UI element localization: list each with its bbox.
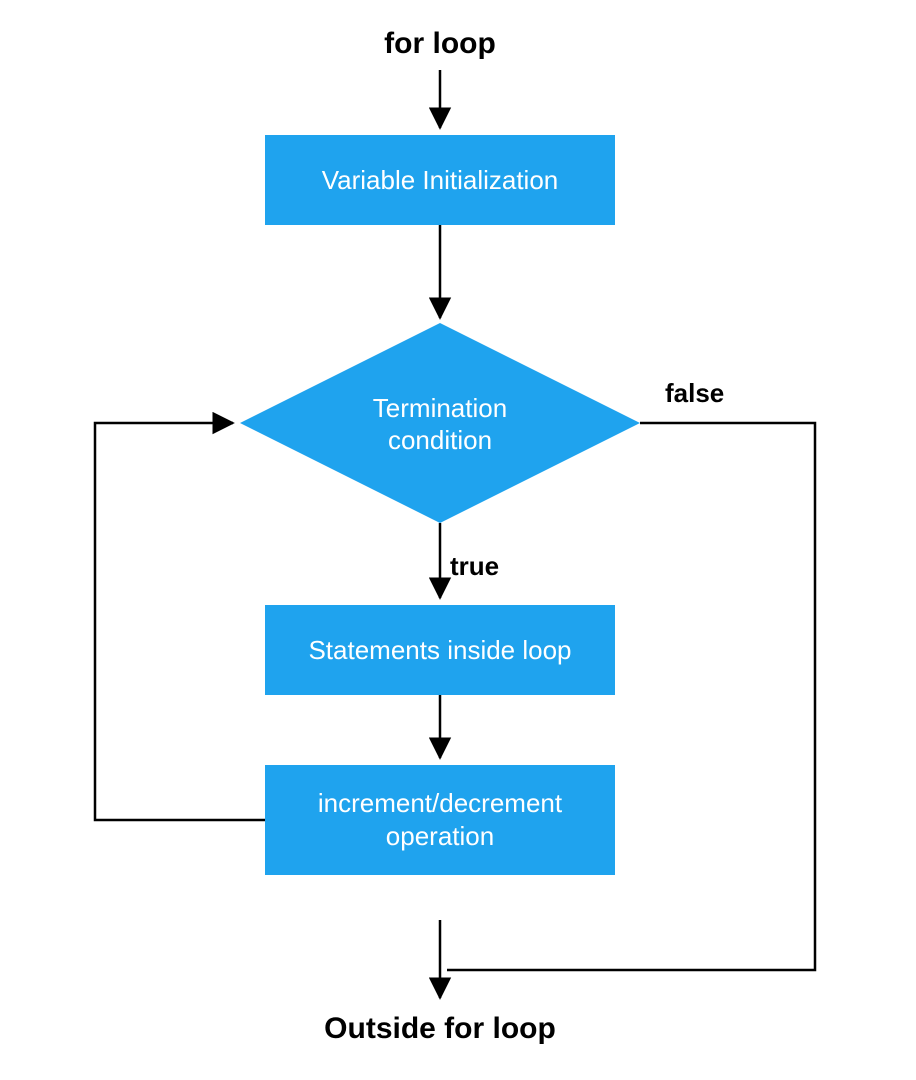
node-init-label: Variable Initialization — [322, 165, 559, 195]
edge-cond-false-right — [447, 423, 815, 970]
node-termination-condition: Termination condition — [240, 323, 640, 523]
edge-label-true: true — [450, 551, 499, 581]
edge-label-false: false — [665, 378, 724, 408]
node-variable-initialization: Variable Initialization — [265, 135, 615, 225]
edge-incr-to-cond-loopback — [95, 423, 265, 820]
node-incr-label-2: operation — [386, 821, 494, 851]
node-increment-decrement: increment/decrement operation — [265, 765, 615, 875]
flowchart-svg: for loop Variable Initialization Termina… — [0, 0, 916, 1080]
node-statements-inside-loop: Statements inside loop — [265, 605, 615, 695]
diagram-title: for loop — [384, 27, 496, 60]
node-incr-label-1: increment/decrement — [318, 788, 563, 818]
node-cond-label-1: Termination — [373, 393, 507, 423]
node-body-label: Statements inside loop — [308, 635, 571, 665]
exit-label: Outside for loop — [324, 1012, 556, 1045]
node-cond-label-2: condition — [388, 425, 492, 455]
